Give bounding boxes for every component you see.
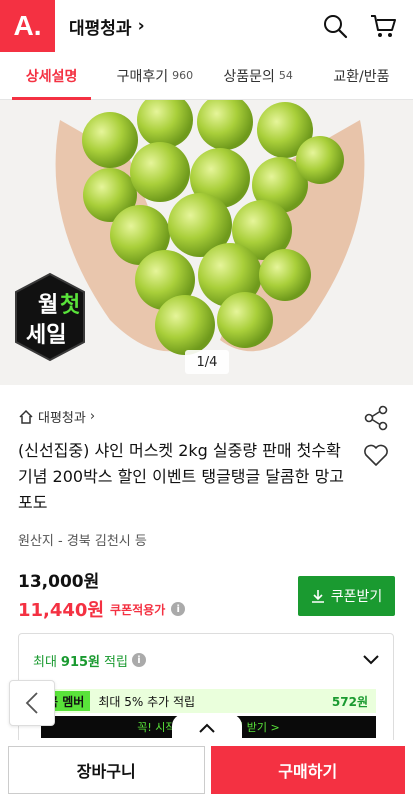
top-header: A. 대평청과 › bbox=[0, 0, 413, 52]
member-bonus-amount: 572원 bbox=[331, 694, 368, 709]
product-tabs: 상세설명 구매후기 960 상품문의 54 교환/반품 bbox=[0, 52, 413, 100]
expand-up-button[interactable] bbox=[172, 714, 242, 742]
inquiry-count: 54 bbox=[278, 69, 293, 82]
tab-label: 구매후기 bbox=[116, 68, 169, 85]
badge-text: 첫 bbox=[60, 293, 80, 318]
app-logo[interactable]: A. bbox=[0, 0, 55, 52]
product-image-carousel[interactable]: 월 첫 세일 1/4 bbox=[0, 100, 413, 385]
tab-label: 상품문의 bbox=[223, 68, 275, 85]
chevron-right-icon: › bbox=[89, 409, 96, 424]
download-icon bbox=[311, 590, 324, 603]
chevron-down-icon[interactable] bbox=[363, 655, 379, 665]
badge-text: 세일 bbox=[26, 323, 66, 348]
store-link[interactable]: 대평청과 › bbox=[18, 407, 395, 426]
points-prefix: 최대 bbox=[33, 654, 57, 670]
sale-price: 11,440원 bbox=[18, 600, 105, 621]
store-link-label: 대평청과 bbox=[38, 411, 86, 426]
coupon-price-label: 쿠폰적용가 bbox=[110, 602, 166, 617]
points-suffix: 적립 bbox=[104, 654, 128, 670]
heart-icon[interactable] bbox=[363, 443, 389, 471]
points-summary: 최대 915원 적립 i bbox=[19, 634, 393, 686]
get-coupon-button[interactable]: 쿠폰받기 bbox=[298, 576, 395, 616]
product-origin: 원산지 - 경북 김천시 등 bbox=[18, 534, 147, 549]
cart-icon[interactable] bbox=[369, 12, 397, 40]
tab-detail[interactable]: 상세설명 bbox=[0, 52, 103, 100]
product-title: (신선집중) 샤인 머스켓 2kg 실중량 판매 첫수확 기념 200박스 할인… bbox=[18, 441, 345, 512]
add-to-cart-button[interactable]: 장바구니 bbox=[8, 746, 205, 794]
points-amount: 915원 bbox=[60, 654, 101, 670]
share-icon[interactable] bbox=[363, 405, 389, 435]
tab-exchange-return[interactable]: 교환/반품 bbox=[310, 52, 413, 99]
product-info: 대평청과 › (신선집중) 샤인 머스켓 2kg 실중량 판매 첫수확 기념 2… bbox=[0, 385, 413, 622]
bottom-action-bar: 장바구니 구매하기 bbox=[0, 740, 413, 800]
tab-label: 교환/반품 bbox=[333, 68, 390, 85]
store-title[interactable]: 대평청과 › bbox=[69, 14, 145, 39]
image-pager: 1/4 bbox=[185, 350, 229, 374]
previous-button[interactable] bbox=[9, 680, 55, 726]
info-icon[interactable]: i bbox=[171, 602, 186, 616]
chevron-left-icon bbox=[25, 692, 38, 714]
info-icon[interactable]: i bbox=[131, 653, 146, 667]
store-title-label: 대평청과 bbox=[69, 18, 132, 39]
home-icon bbox=[19, 409, 33, 424]
member-bonus-text: 최대 5% 추가 적립 bbox=[98, 694, 196, 709]
review-count: 960 bbox=[172, 69, 194, 82]
chevron-up-icon bbox=[199, 723, 215, 733]
member-bonus-row: 꼭 멤버 최대 5% 추가 적립 572원 bbox=[41, 689, 376, 713]
tab-inquiries[interactable]: 상품문의 54 bbox=[207, 52, 310, 99]
chevron-right-icon: › bbox=[137, 16, 145, 36]
coupon-button-label: 쿠폰받기 bbox=[330, 589, 383, 605]
buy-now-button[interactable]: 구매하기 bbox=[210, 746, 405, 794]
tab-reviews[interactable]: 구매후기 960 bbox=[103, 52, 206, 99]
badge-text: 월 bbox=[38, 293, 58, 318]
tab-label: 상세설명 bbox=[25, 68, 78, 85]
monthly-sale-badge: 월 첫 세일 bbox=[14, 272, 86, 362]
member-tag-label: 멤버 bbox=[62, 694, 85, 709]
search-icon[interactable] bbox=[321, 12, 349, 40]
